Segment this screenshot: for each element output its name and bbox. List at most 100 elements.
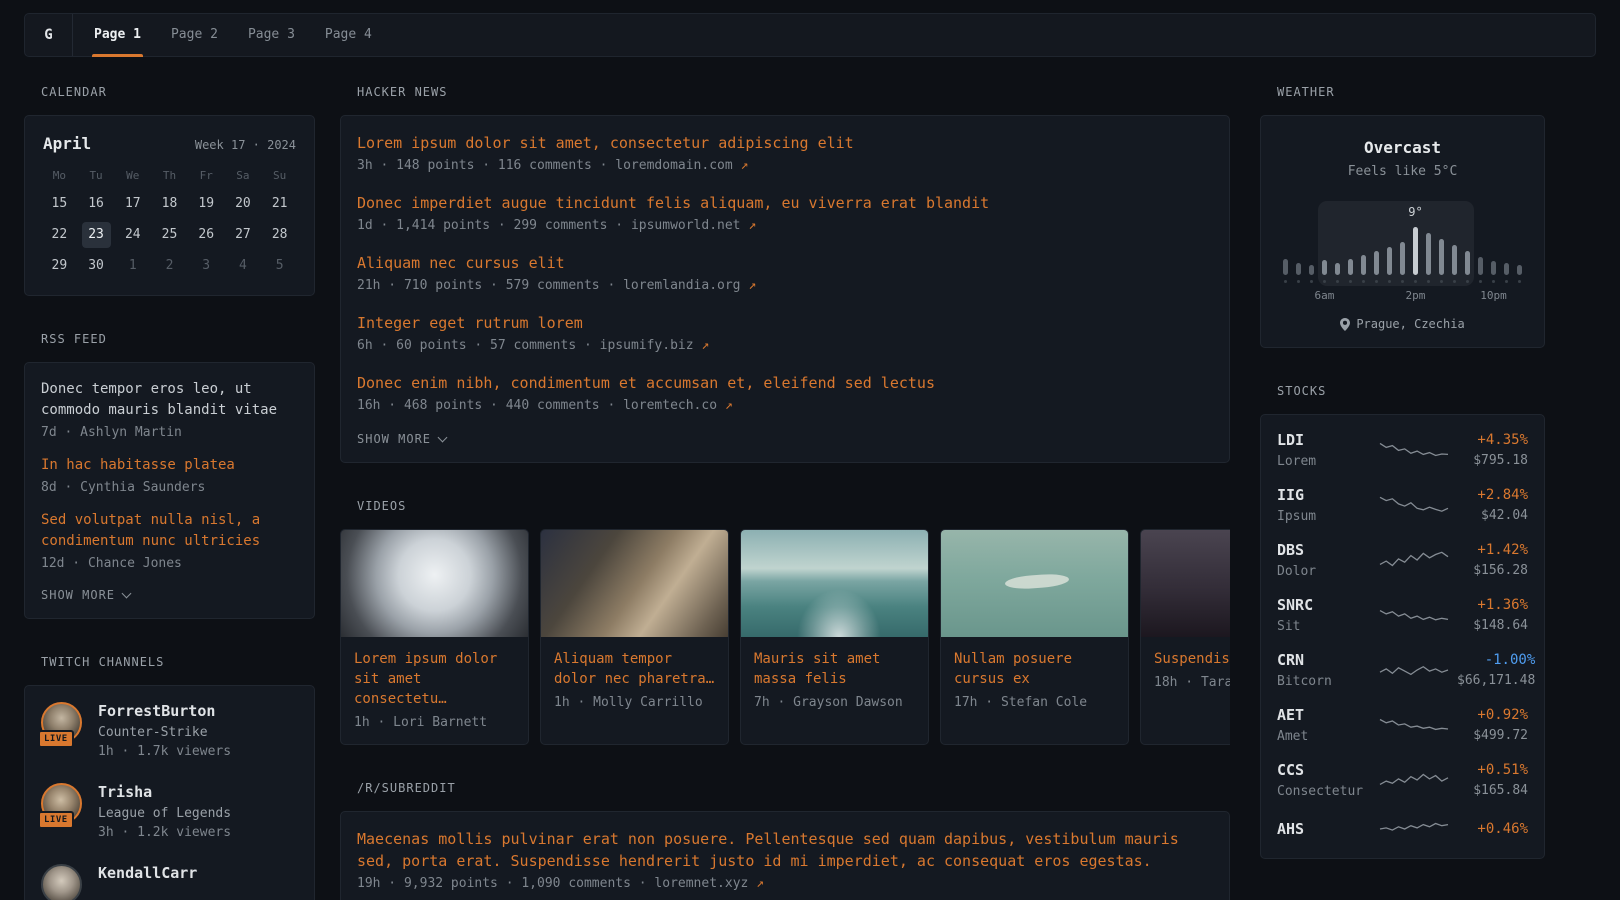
sparkline-chart (1379, 657, 1449, 683)
calendar-day[interactable]: 29 (41, 253, 78, 279)
calendar-day[interactable]: 15 (41, 191, 78, 217)
stock-row[interactable]: CCSConsectetur+0.51%$165.84 (1277, 761, 1528, 799)
post: Integer eget rutrum lorem6h · 60 points … (357, 312, 1213, 353)
calendar-dow-label: We (114, 161, 151, 186)
video-title[interactable]: Nullam posuere cursus ex (941, 637, 1128, 689)
stock-row[interactable]: AHS+0.46% (1277, 816, 1528, 842)
calendar-day[interactable]: 17 (114, 191, 151, 217)
post: Aliquam nec cursus elit21h · 710 points … (357, 252, 1213, 293)
external-link-icon: ↗ (748, 278, 756, 293)
stock-row[interactable]: SNRCSit+1.36%$148.64 (1277, 596, 1528, 634)
video-card[interactable]: Nullam posuere cursus ex17h · Stefan Col… (940, 529, 1129, 745)
calendar-day[interactable]: 30 (78, 253, 115, 279)
post-title[interactable]: Maecenas mollis pulvinar erat non posuer… (357, 828, 1213, 872)
calendar-day[interactable]: 25 (151, 222, 188, 248)
stock-change: +1.42% (1457, 542, 1528, 558)
video-meta: 7h · Grayson Dawson (741, 689, 928, 724)
calendar-day[interactable]: 20 (225, 191, 262, 217)
post-title[interactable]: Integer eget rutrum lorem (357, 312, 1213, 334)
weather-location[interactable]: Prague, Czechia (1277, 317, 1528, 331)
post-domain-link[interactable]: ipsumify.biz ↗ (600, 338, 710, 353)
calendar-day[interactable]: 3 (188, 253, 225, 279)
weather-hour-column (1292, 209, 1305, 283)
twitch-section-title: TWITCH CHANNELS (24, 655, 315, 669)
sparkline-chart (1379, 816, 1449, 842)
post-domain-link[interactable]: ipsumworld.net ↗ (631, 218, 756, 233)
tab-page-4[interactable]: Page 4 (310, 14, 387, 56)
sparkline-chart (1379, 437, 1449, 463)
stock-row[interactable]: IIGIpsum+2.84%$42.04 (1277, 486, 1528, 524)
video-meta: 1h · Molly Carrillo (541, 689, 728, 724)
calendar-day[interactable]: 28 (261, 222, 298, 248)
video-card[interactable]: Lorem ipsum dolor sit amet consectetu…1h… (340, 529, 529, 745)
video-title[interactable]: Lorem ipsum dolor sit amet consectetu… (341, 637, 528, 709)
video-card[interactable]: Aliquam tempor dolor nec pharetra…1h · M… (540, 529, 729, 745)
calendar-day[interactable]: 27 (225, 222, 262, 248)
video-card[interactable]: Mauris sit amet massa felis7h · Grayson … (740, 529, 929, 745)
twitch-channel[interactable]: KendallCarr (41, 864, 298, 900)
calendar-day[interactable]: 26 (188, 222, 225, 248)
hour-dot (1401, 280, 1404, 283)
rss-show-more-button[interactable]: SHOW MORE (41, 588, 298, 602)
weather-hour-column (1331, 209, 1344, 283)
sparkline-chart (1379, 712, 1449, 738)
stock-name: Lorem (1277, 454, 1373, 469)
twitch-channel-name[interactable]: Trisha (98, 783, 231, 801)
twitch-channel-name[interactable]: KendallCarr (98, 864, 197, 882)
rss-item-title[interactable]: In hac habitasse platea (41, 455, 298, 476)
hackernews-list: Lorem ipsum dolor sit amet, consectetur … (357, 132, 1213, 413)
calendar-day[interactable]: 19 (188, 191, 225, 217)
weather-hour-column: 9° (1409, 209, 1422, 283)
calendar-dow-label: Mo (41, 161, 78, 186)
logo[interactable]: G (25, 14, 73, 56)
post-domain-link[interactable]: loremtech.co ↗ (623, 398, 733, 413)
twitch-channel[interactable]: LIVEForrestBurtonCounter-Strike1h · 1.7k… (41, 702, 298, 759)
post-title[interactable]: Aliquam nec cursus elit (357, 252, 1213, 274)
hackernews-section-title: HACKER NEWS (340, 85, 1230, 99)
post-domain-link[interactable]: loremdomain.com ↗ (615, 158, 748, 173)
calendar-day-selected[interactable]: 23 (82, 222, 111, 248)
tab-page-3[interactable]: Page 3 (233, 14, 310, 56)
post-domain-link[interactable]: loremlandia.org ↗ (623, 278, 756, 293)
calendar-day[interactable]: 16 (78, 191, 115, 217)
video-title[interactable]: Aliquam tempor dolor nec pharetra… (541, 637, 728, 689)
stocks-section-title: STOCKS (1260, 384, 1545, 398)
stock-name: Bitcorn (1277, 674, 1373, 689)
twitch-avatar-wrap: LIVE (41, 783, 83, 824)
temperature-bar (1335, 263, 1340, 275)
stock-row[interactable]: LDILorem+4.35%$795.18 (1277, 431, 1528, 469)
rss-item-title[interactable]: Donec tempor eros leo, ut commodo mauris… (41, 379, 298, 421)
stock-ticker: CCS (1277, 761, 1373, 779)
tab-page-1[interactable]: Page 1 (79, 14, 156, 56)
sparkline-chart (1379, 602, 1449, 628)
stock-values: +0.92%$499.72 (1457, 707, 1528, 743)
external-link-icon: ↗ (725, 398, 733, 413)
video-card[interactable]: Suspendisse diam18h · Tara (1140, 529, 1230, 745)
tab-page-2[interactable]: Page 2 (156, 14, 233, 56)
hackernews-show-more-button[interactable]: SHOW MORE (357, 432, 1213, 446)
stock-change: +0.51% (1457, 762, 1528, 778)
calendar-day[interactable]: 4 (225, 253, 262, 279)
stock-sparkline (1379, 437, 1451, 463)
stock-row[interactable]: AETAmet+0.92%$499.72 (1277, 706, 1528, 744)
calendar-day[interactable]: 1 (114, 253, 151, 279)
twitch-channel[interactable]: LIVETrishaLeague of Legends3h · 1.2k vie… (41, 783, 298, 840)
video-title[interactable]: Mauris sit amet massa felis (741, 637, 928, 689)
stock-price: $42.04 (1457, 508, 1528, 523)
post-title[interactable]: Lorem ipsum dolor sit amet, consectetur … (357, 132, 1213, 154)
video-title[interactable]: Suspendisse diam (1141, 637, 1230, 669)
post-title[interactable]: Donec enim nibh, condimentum et accumsan… (357, 372, 1213, 394)
post-title[interactable]: Donec imperdiet augue tincidunt felis al… (357, 192, 1213, 214)
temperature-bar (1452, 245, 1457, 275)
calendar-day[interactable]: 2 (151, 253, 188, 279)
calendar-day[interactable]: 22 (41, 222, 78, 248)
post-domain-link[interactable]: loremnet.xyz ↗ (654, 876, 764, 891)
calendar-day[interactable]: 24 (114, 222, 151, 248)
stock-row[interactable]: CRNBitcorn-1.00%$66,171.48 (1277, 651, 1528, 689)
calendar-day[interactable]: 5 (261, 253, 298, 279)
calendar-day[interactable]: 21 (261, 191, 298, 217)
calendar-day[interactable]: 18 (151, 191, 188, 217)
twitch-channel-name[interactable]: ForrestBurton (98, 702, 231, 720)
rss-item-title[interactable]: Sed volutpat nulla nisl, a condimentum n… (41, 510, 298, 552)
stock-row[interactable]: DBSDolor+1.42%$156.28 (1277, 541, 1528, 579)
